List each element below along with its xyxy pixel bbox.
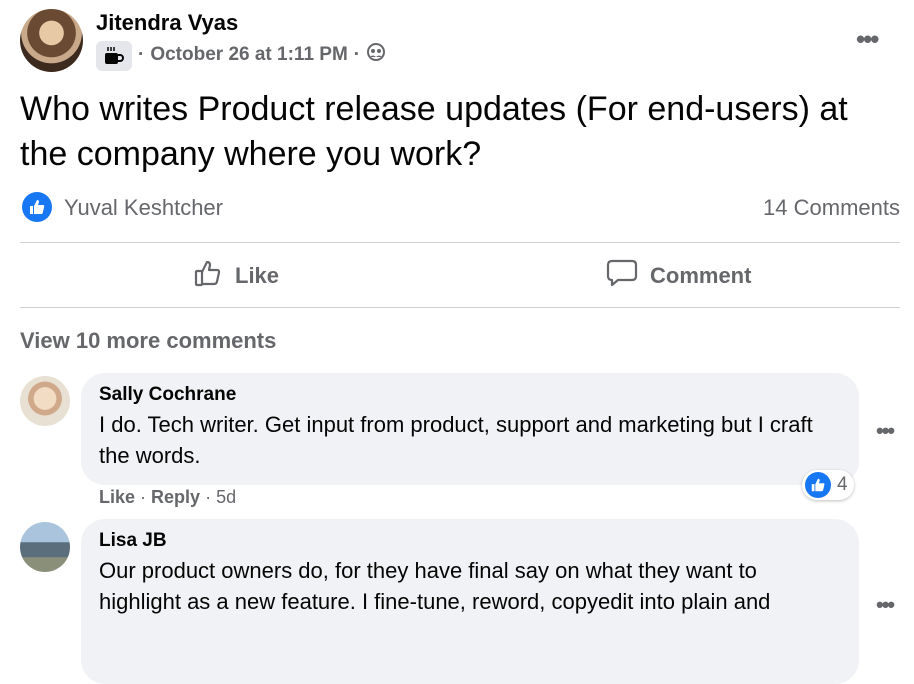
like-button[interactable]: Like (193, 258, 279, 294)
like-reaction-icon (805, 472, 831, 498)
meta-separator: · (353, 44, 361, 65)
comment-text: I do. Tech writer. Get input from produc… (99, 412, 813, 468)
like-button-label: Like (235, 263, 280, 288)
like-reaction-icon[interactable] (22, 192, 52, 222)
view-more-comments-link[interactable]: View 10 more comments (20, 328, 276, 354)
post-timestamp[interactable]: October 26 at 1:11 PM (150, 44, 347, 66)
coffee-cup-icon (96, 41, 132, 71)
comment-actions: Like · Reply · 5d (99, 487, 237, 507)
commenter-name[interactable]: Sally Cochrane (99, 384, 841, 406)
comment-button[interactable]: Comment (606, 258, 751, 294)
comment-button-label: Comment (650, 263, 752, 288)
author-avatar[interactable] (20, 9, 83, 72)
comment-options-icon[interactable]: ••• (876, 418, 895, 444)
comment-options-icon[interactable]: ••• (876, 592, 895, 618)
commenter-name[interactable]: Lisa JB (99, 530, 841, 552)
divider (20, 307, 900, 308)
liker-name[interactable]: Yuval Keshtcher (64, 195, 223, 221)
divider (20, 242, 900, 243)
more-options-icon[interactable]: ••• (856, 24, 879, 55)
comment-reply-link[interactable]: Reply (151, 487, 200, 507)
comment-bubble: Lisa JB Our product owners do, for they … (81, 519, 859, 684)
friends-icon (366, 42, 386, 68)
comment-like-link[interactable]: Like (99, 487, 135, 507)
speech-bubble-icon (606, 258, 638, 294)
comment-reaction-count[interactable]: 4 (802, 470, 854, 500)
reactions-summary: Yuval Keshtcher 14 Comments (20, 192, 900, 222)
comment-text: Our product owners do, for they have fin… (99, 558, 771, 614)
post-meta: · October 26 at 1:11 PM · (138, 42, 386, 68)
post-text: Who writes Product release updates (For … (20, 90, 848, 173)
commenter-avatar[interactable] (20, 522, 70, 572)
thumbs-up-icon (193, 258, 223, 294)
comment-count[interactable]: 14 Comments (763, 195, 900, 221)
meta-separator: · (138, 44, 145, 65)
post-author-name[interactable]: Jitendra Vyas (96, 10, 238, 36)
comment-age[interactable]: 5d (216, 487, 236, 507)
commenter-avatar[interactable] (20, 376, 70, 426)
comment-bubble: Sally Cochrane I do. Tech writer. Get in… (81, 373, 859, 485)
reaction-count: 4 (837, 474, 848, 495)
